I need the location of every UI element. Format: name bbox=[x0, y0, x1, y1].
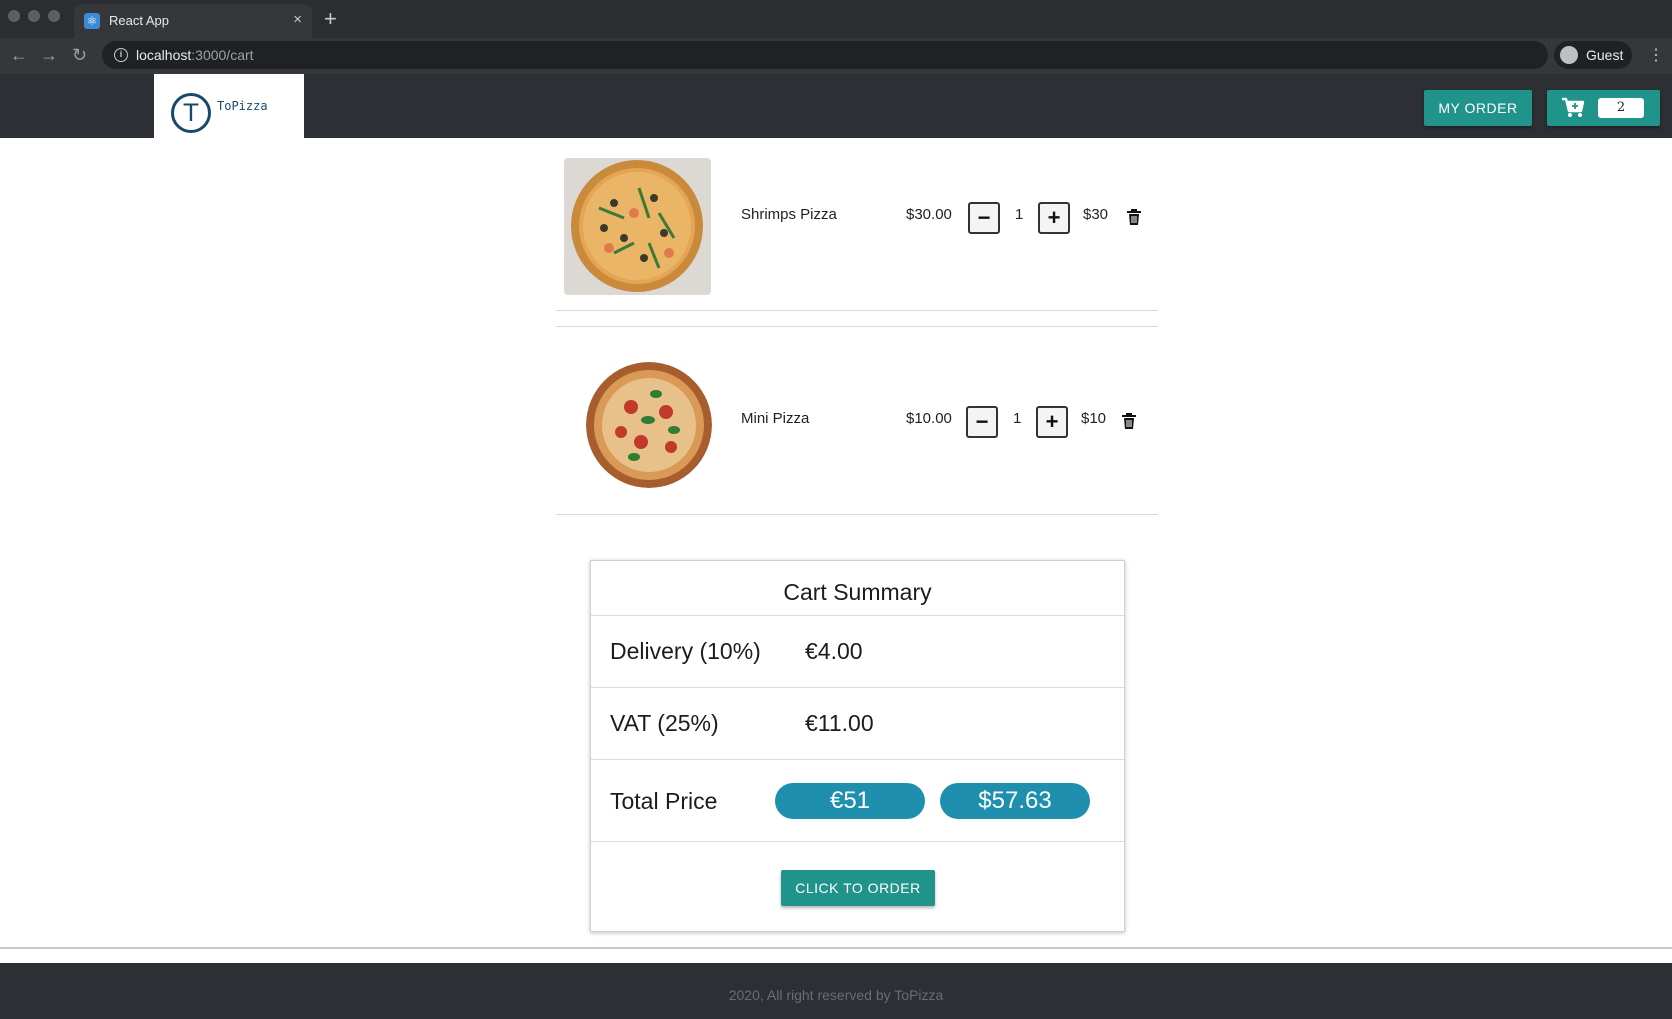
item-quantity: 1 bbox=[1015, 206, 1024, 223]
vat-value: €11.00 bbox=[805, 710, 874, 736]
delivery-row: Delivery (10%) €4.00 bbox=[591, 615, 1124, 687]
browser-menu-icon[interactable]: ⋮ bbox=[1648, 45, 1664, 65]
site-info-icon[interactable]: i bbox=[114, 48, 128, 62]
browser-tab-bar: ⚛ React App × + bbox=[0, 0, 1672, 38]
increase-quantity-button[interactable]: + bbox=[1038, 202, 1070, 234]
decrease-quantity-button[interactable]: − bbox=[968, 202, 1000, 234]
window-maximize-dot[interactable] bbox=[48, 10, 60, 22]
total-eur-badge: €51 bbox=[775, 783, 925, 819]
item-total: $30 bbox=[1083, 206, 1109, 223]
footer-copyright: 2020, All right reserved by ToPizza bbox=[728, 987, 944, 1003]
url-host: localhost bbox=[136, 47, 192, 63]
tab-title: React App bbox=[109, 13, 169, 28]
url-text: localhost:3000/cart bbox=[136, 47, 254, 63]
react-favicon-icon: ⚛ bbox=[84, 13, 100, 29]
cart-item: Shrimps Pizza $30.00 − 1 + $30 bbox=[556, 150, 1158, 300]
back-arrow-icon[interactable]: ← bbox=[10, 45, 28, 66]
profile-label: Guest bbox=[1586, 47, 1624, 63]
cart-summary-title: Cart Summary bbox=[783, 579, 932, 605]
increase-quantity-button[interactable]: + bbox=[1036, 406, 1068, 438]
address-bar[interactable]: i localhost:3000/cart bbox=[102, 41, 1548, 69]
browser-toolbar: ← → ↻ i localhost:3000/cart Guest ⋮ bbox=[0, 38, 1672, 74]
trash-icon[interactable] bbox=[1127, 209, 1141, 225]
reload-icon[interactable]: ↻ bbox=[72, 45, 87, 66]
click-to-order-button[interactable]: CLICK TO ORDER bbox=[781, 870, 935, 906]
profile-button[interactable]: Guest bbox=[1554, 41, 1632, 69]
app-header: T ToPizza MY ORDER 2 bbox=[0, 74, 1672, 138]
item-name: Shrimps Pizza bbox=[741, 206, 837, 223]
delivery-value: €4.00 bbox=[805, 638, 863, 664]
window-minimize-dot[interactable] bbox=[28, 10, 40, 22]
forward-arrow-icon[interactable]: → bbox=[40, 45, 58, 66]
logo[interactable]: T ToPizza bbox=[154, 74, 304, 138]
my-order-button[interactable]: MY ORDER bbox=[1424, 90, 1532, 126]
footer-divider bbox=[0, 947, 1672, 949]
cart-summary-card: Cart Summary Delivery (10%) €4.00 VAT (2… bbox=[590, 560, 1125, 932]
item-quantity: 1 bbox=[1013, 410, 1022, 427]
window-close-dot[interactable] bbox=[8, 10, 20, 22]
new-tab-icon[interactable]: + bbox=[324, 6, 337, 32]
item-unit-price: $10.00 bbox=[906, 410, 952, 427]
mini-pizza-image bbox=[586, 362, 712, 488]
shopping-cart-icon bbox=[1562, 97, 1585, 117]
item-name: Mini Pizza bbox=[741, 410, 810, 427]
url-path: :3000/cart bbox=[191, 47, 254, 63]
shrimps-pizza-image bbox=[564, 158, 711, 295]
total-row: Total Price €51 $57.63 bbox=[591, 759, 1124, 841]
total-usd-badge: $57.63 bbox=[940, 783, 1090, 819]
trash-icon[interactable] bbox=[1122, 413, 1136, 429]
tab-close-icon[interactable]: × bbox=[293, 11, 302, 28]
item-divider bbox=[556, 326, 1158, 327]
item-divider bbox=[556, 514, 1158, 515]
cart-count-badge: 2 bbox=[1598, 98, 1644, 118]
item-total: $10 bbox=[1081, 410, 1107, 427]
browser-tab[interactable]: ⚛ React App × bbox=[74, 4, 312, 38]
delivery-label: Delivery (10%) bbox=[610, 638, 761, 664]
decrease-quantity-button[interactable]: − bbox=[966, 406, 998, 438]
footer: 2020, All right reserved by ToPizza bbox=[0, 963, 1672, 1019]
cart-button[interactable]: 2 bbox=[1547, 90, 1660, 126]
logo-text: ToPizza bbox=[217, 99, 268, 113]
profile-avatar-icon bbox=[1560, 46, 1578, 64]
cart-item: Mini Pizza $10.00 − 1 + $10 bbox=[556, 350, 1158, 510]
total-label: Total Price bbox=[610, 788, 718, 814]
item-unit-price: $30.00 bbox=[906, 206, 952, 223]
logo-circle-icon: T bbox=[171, 93, 211, 133]
vat-row: VAT (25%) €11.00 bbox=[591, 687, 1124, 759]
vat-label: VAT (25%) bbox=[610, 710, 719, 736]
item-divider bbox=[556, 310, 1158, 311]
